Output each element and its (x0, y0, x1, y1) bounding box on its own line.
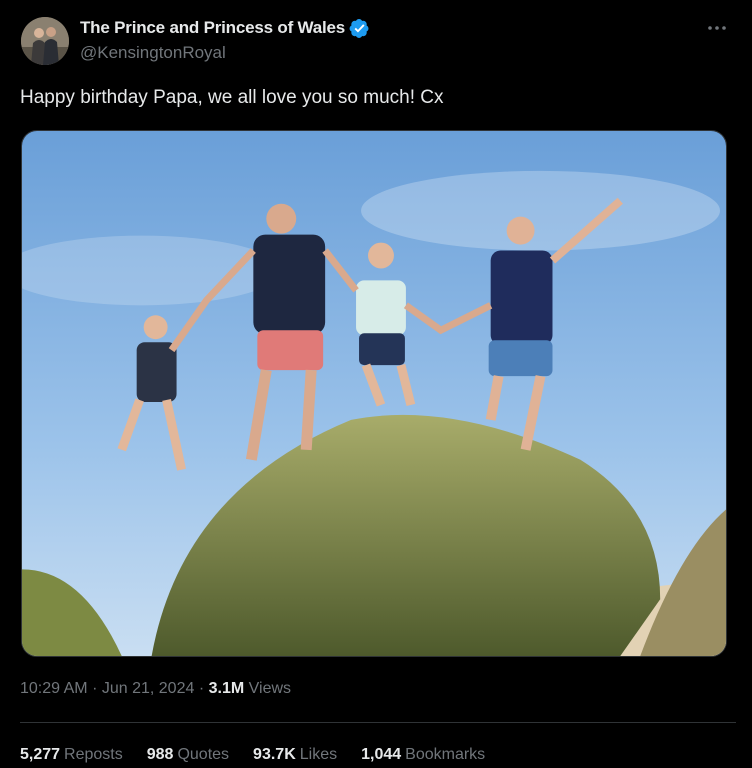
tweet-date[interactable]: Jun 21, 2024 (102, 680, 195, 697)
reposts-count: 5,277 (20, 746, 61, 763)
views-label: Views (248, 680, 292, 697)
author-display-name[interactable]: The Prince and Princess of Wales (80, 18, 345, 38)
author-block: The Prince and Princess of Wales @Kensin… (80, 17, 370, 63)
divider (20, 722, 736, 723)
author-avatar[interactable] (21, 17, 69, 65)
verified-badge-icon[interactable] (349, 18, 370, 39)
views-count: 3.1M (208, 680, 245, 697)
reposts-stat[interactable]: 5,277 Reposts (20, 746, 123, 764)
likes-count: 93.7K (253, 746, 296, 763)
bookmarks-stat[interactable]: 1,044 Bookmarks (361, 746, 485, 764)
quotes-stat[interactable]: 988 Quotes (147, 746, 229, 764)
tweet-meta: 10:29 AM · Jun 21, 2024 · 3.1M Views (20, 680, 291, 698)
reposts-label: Reposts (64, 746, 123, 763)
photo-jumping-on-dunes (22, 131, 726, 656)
quotes-label: Quotes (177, 746, 230, 763)
more-options-icon[interactable] (706, 20, 728, 36)
likes-label: Likes (299, 746, 338, 763)
tweet-photo[interactable] (21, 130, 727, 657)
meta-separator: · (92, 680, 102, 697)
avatar-image (21, 17, 69, 65)
likes-stat[interactable]: 93.7K Likes (253, 746, 337, 764)
quotes-count: 988 (146, 746, 174, 763)
bookmarks-count: 1,044 (361, 746, 402, 763)
tweet-text: Happy birthday Papa, we all love you so … (20, 87, 444, 108)
tweet-time[interactable]: 10:29 AM (20, 680, 88, 697)
bookmarks-label: Bookmarks (405, 746, 486, 763)
meta-separator: · (198, 680, 209, 697)
author-handle[interactable]: @KensingtonRoyal (80, 43, 370, 63)
engagement-stats: 5,277 Reposts 988 Quotes 93.7K Likes 1,044 B… (20, 746, 509, 764)
